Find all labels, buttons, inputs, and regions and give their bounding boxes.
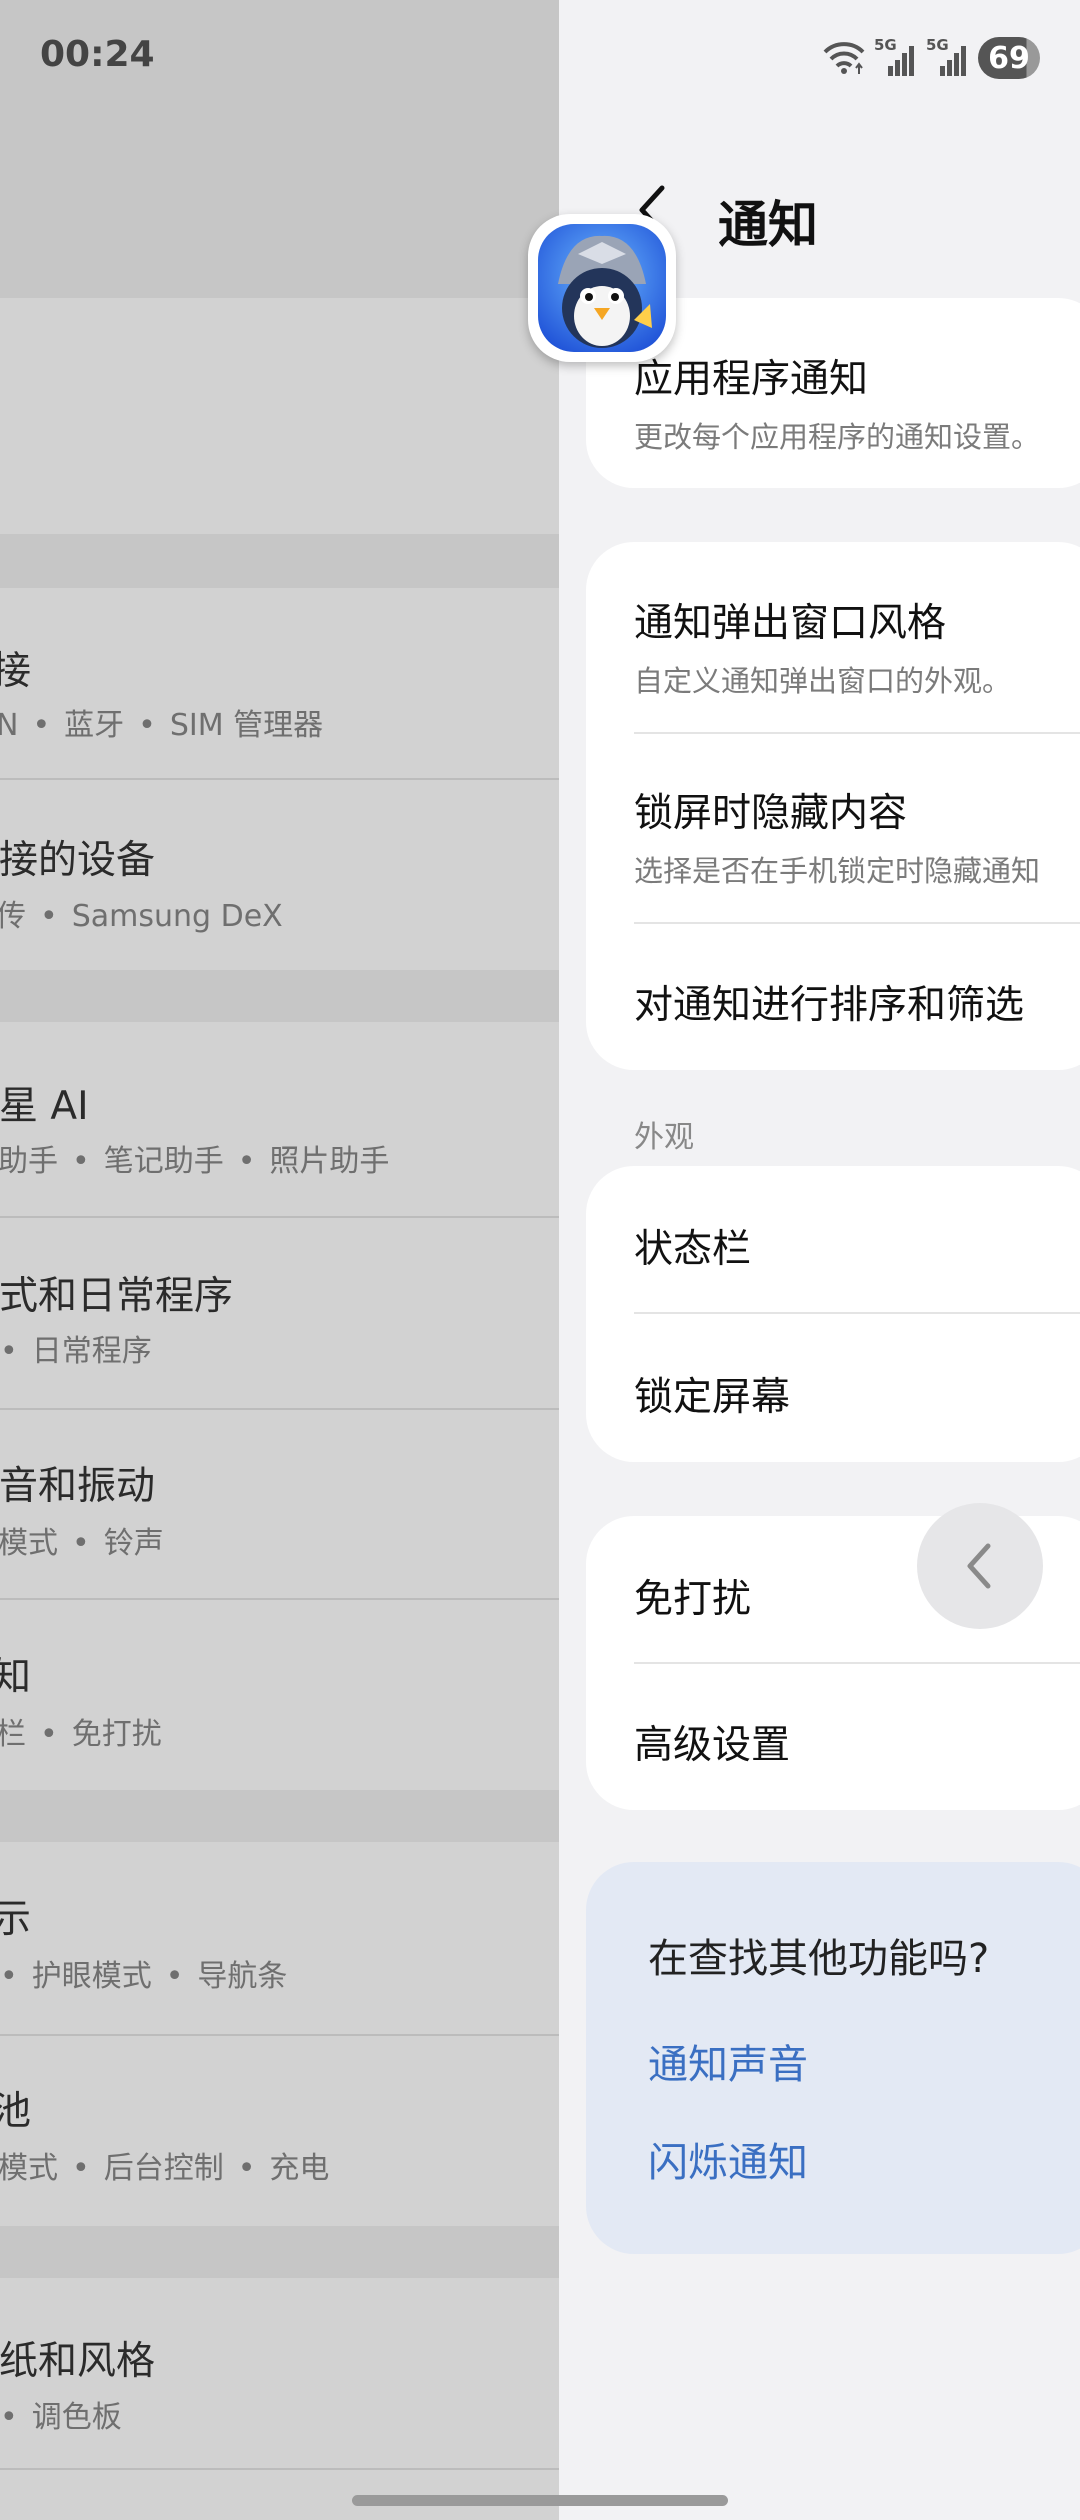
- status-icons: 5G 5G 69: [822, 34, 1040, 82]
- status-bar-item-label: 状态栏: [634, 1227, 752, 1272]
- popup-style-title: 通知弹出窗口风格: [634, 601, 947, 646]
- settings-item-notifications[interactable]: 知: [0, 1646, 31, 1702]
- lock-screen-item[interactable]: 锁定屏幕: [634, 1366, 790, 1422]
- sort-filter-item[interactable]: 对通知进行排序和筛选: [634, 974, 1024, 1030]
- status-bar-item[interactable]: 状态栏: [634, 1218, 751, 1274]
- page-title: 通知: [718, 196, 818, 254]
- chevron-left-icon: [967, 1543, 991, 1589]
- settings-item-sound-vibration[interactable]: 声音和振动: [0, 1455, 155, 1511]
- settings-item-notifications-sub: 栏 • 免打扰: [0, 1717, 162, 1752]
- settings-list-panel: 接 N•蓝牙•SIM 管理器 连接的设备 传•Samsung DeX 三星 AI…: [0, 0, 559, 2520]
- signal-icon-2: 5G: [926, 36, 970, 78]
- lock-screen-item-label: 锁定屏幕: [634, 1375, 791, 1420]
- sort-filter-title: 对通知进行排序和筛选: [634, 983, 1025, 1028]
- dnd-item[interactable]: 免打扰: [634, 1568, 751, 1624]
- settings-item-connections[interactable]: 接: [0, 640, 31, 696]
- settings-item-modes-routines-sub: • 日常程序: [0, 1334, 152, 1369]
- settings-item-connections-sub: N • 蓝牙 • SIM 管理器: [0, 708, 324, 743]
- help-title: 在查找其他功能吗?: [648, 1936, 990, 1982]
- notification-sound-link[interactable]: 通知声音: [648, 2032, 808, 2090]
- home-indicator[interactable]: [352, 2495, 728, 2506]
- settings-item-wallpaper[interactable]: 壁纸和风格: [0, 2330, 155, 2386]
- appearance-card: 状态栏 锁定屏幕: [586, 1166, 1080, 1462]
- settings-item-galaxy-ai-sub: 助手 • 笔记助手 • 照片助手: [0, 1144, 390, 1179]
- settings-header-card: [0, 298, 559, 534]
- penguin-avatar-icon: [538, 224, 666, 352]
- settings-item-galaxy-ai[interactable]: 三星 AI: [0, 1075, 89, 1131]
- settings-item-connected-devices-sub: 传 • Samsung DeX: [0, 899, 283, 934]
- notification-options-card: 通知弹出窗口风格 自定义通知弹出窗口的外观。 锁屏时隐藏内容 选择是否在手机锁定…: [586, 542, 1080, 1070]
- settings-item-wallpaper-sub: • 调色板: [0, 2400, 122, 2435]
- app-notifications-subtitle: 更改每个应用程序的通知设置。: [634, 420, 1041, 454]
- app-notifications-title: 应用程序通知: [634, 357, 869, 402]
- hide-content-title: 锁屏时隐藏内容: [634, 791, 908, 836]
- flash-notification-link[interactable]: 闪烁通知: [648, 2130, 808, 2188]
- settings-item-sound-vibration-sub: 模式 • 铃声: [0, 1526, 164, 1561]
- settings-item-display[interactable]: 示: [0, 1888, 31, 1944]
- looking-for-more-card: 在查找其他功能吗? 通知声音 闪烁通知: [586, 1862, 1080, 2254]
- settings-item-display-sub: • 护眼模式 • 导航条: [0, 1959, 288, 1994]
- advanced-settings-label: 高级设置: [634, 1723, 791, 1768]
- appearance-section-label: 外观: [634, 1120, 694, 1155]
- floating-back-button[interactable]: [917, 1503, 1043, 1629]
- hide-content-subtitle: 选择是否在手机锁定时隐藏通知: [634, 854, 1041, 888]
- battery-icon: 69: [978, 37, 1040, 79]
- app-bubble-icon[interactable]: [528, 214, 676, 362]
- settings-item-connected-devices[interactable]: 连接的设备: [0, 829, 155, 885]
- dnd-item-label: 免打扰: [634, 1577, 752, 1622]
- status-time: 00:24: [40, 34, 155, 75]
- signal-icon: 5G: [874, 36, 918, 78]
- popup-style-item[interactable]: 通知弹出窗口风格 自定义通知弹出窗口的外观。: [634, 592, 1011, 700]
- settings-item-battery[interactable]: 池: [0, 2080, 31, 2136]
- advanced-settings-item[interactable]: 高级设置: [634, 1714, 790, 1770]
- hide-content-item[interactable]: 锁屏时隐藏内容 选择是否在手机锁定时隐藏通知: [634, 782, 1040, 890]
- popup-style-subtitle: 自定义通知弹出窗口的外观。: [634, 664, 1012, 698]
- settings-item-modes-routines[interactable]: 模式和日常程序: [0, 1265, 233, 1321]
- wifi-icon: [823, 42, 865, 74]
- settings-item-battery-sub: 模式 • 后台控制 • 充电: [0, 2151, 330, 2186]
